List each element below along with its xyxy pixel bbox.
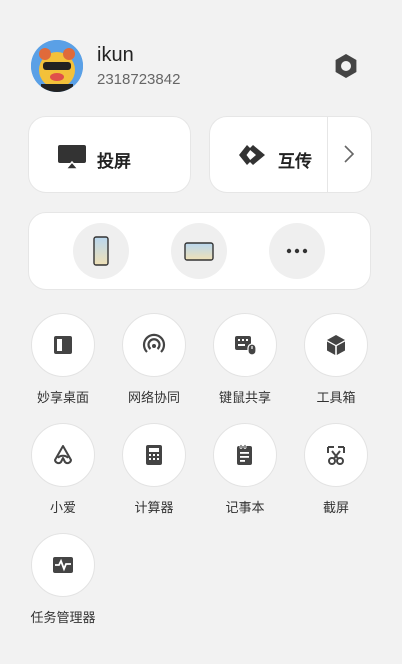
tool-screenshot[interactable]: 截屏 <box>290 423 382 516</box>
toolbox-icon <box>327 335 345 355</box>
calculator-icon <box>146 445 162 465</box>
more-devices-button[interactable] <box>269 223 325 279</box>
device-tablet-button[interactable] <box>171 223 227 279</box>
tool-label: 任务管理器 <box>30 610 96 625</box>
transfer-icon <box>239 145 265 165</box>
username: ikun <box>97 44 134 66</box>
more-icon <box>286 248 308 254</box>
screenshot-icon <box>327 446 345 465</box>
tool-label: 计算器 <box>134 500 174 515</box>
tool-network-sync[interactable]: 网络协同 <box>108 313 200 406</box>
chevron-right-icon[interactable] <box>342 143 356 165</box>
screenshot-button[interactable] <box>304 423 368 487</box>
xiaoai-button[interactable] <box>31 423 95 487</box>
divider <box>327 117 328 192</box>
tool-label: 记事本 <box>225 500 265 515</box>
tool-toolbox[interactable]: 工具箱 <box>290 313 382 406</box>
screen-cast-button[interactable]: 投屏 <box>28 116 191 193</box>
tool-calculator[interactable]: 计算器 <box>108 423 200 516</box>
device-switch-card <box>28 212 371 290</box>
notepad-button[interactable] <box>213 423 277 487</box>
network-sync-icon <box>142 333 166 353</box>
settings-icon[interactable] <box>331 51 361 81</box>
tool-label: 小爱 <box>49 500 76 515</box>
tool-keyboard-mouse-share[interactable]: 键鼠共享 <box>199 313 291 406</box>
task-manager-button[interactable] <box>31 533 95 597</box>
desktop-share-button[interactable] <box>31 313 95 377</box>
device-phone-button[interactable] <box>73 223 129 279</box>
file-transfer-button[interactable]: 互传 <box>209 116 372 193</box>
network-sync-button[interactable] <box>122 313 186 377</box>
calculator-button[interactable] <box>122 423 186 487</box>
control-center-panel: ikun 2318723842 投屏 互传 妙享桌面 网络协同 键鼠共享 工具箱… <box>0 0 402 664</box>
task-manager-icon <box>53 557 73 573</box>
toolbox-button[interactable] <box>304 313 368 377</box>
tool-xiaoai[interactable]: 小爱 <box>17 423 109 516</box>
phone-icon <box>93 236 109 266</box>
cast-icon <box>58 145 86 169</box>
notepad-icon <box>237 444 252 465</box>
tool-label: 键鼠共享 <box>218 390 271 405</box>
tool-desktop-share[interactable]: 妙享桌面 <box>17 313 109 406</box>
transfer-label: 互传 <box>278 152 312 171</box>
tool-label: 妙享桌面 <box>36 390 89 405</box>
tool-label: 工具箱 <box>316 390 356 405</box>
avatar[interactable] <box>31 40 83 92</box>
tool-notepad[interactable]: 记事本 <box>199 423 291 516</box>
keyboard-mouse-share-icon <box>235 336 257 356</box>
avatar-image <box>31 40 83 92</box>
xiaoai-icon <box>54 445 72 465</box>
desktop-share-icon <box>54 336 72 354</box>
keyboard-mouse-share-button[interactable] <box>213 313 277 377</box>
tool-label: 截屏 <box>322 500 349 515</box>
tool-label: 网络协同 <box>127 390 180 405</box>
tool-task-manager[interactable]: 任务管理器 <box>17 533 109 626</box>
cast-label: 投屏 <box>97 152 131 171</box>
tablet-icon <box>184 242 214 261</box>
user-id: 2318723842 <box>97 71 181 88</box>
